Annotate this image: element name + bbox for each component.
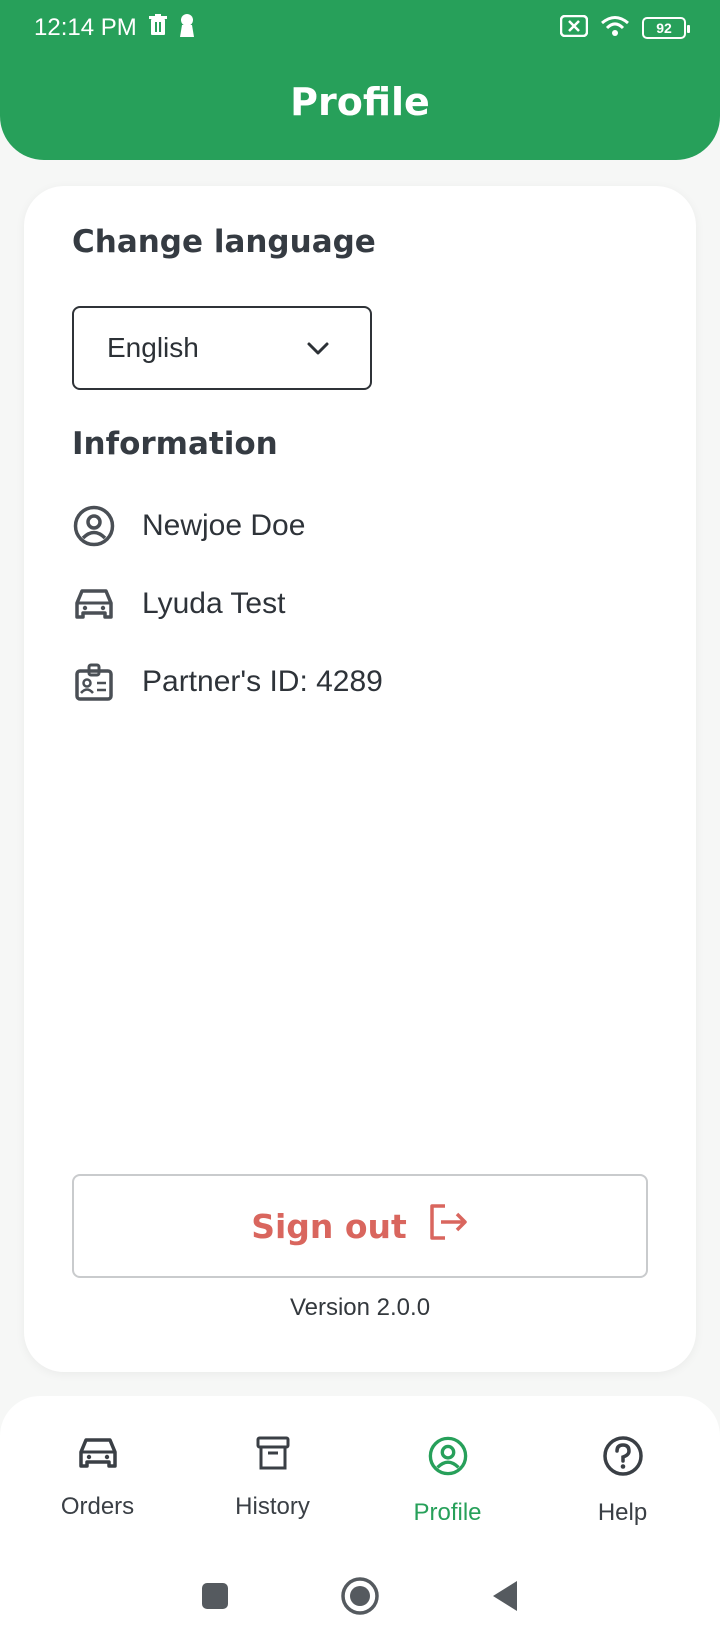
- system-nav-bar: [0, 1546, 720, 1650]
- battery-icon: 92: [642, 17, 690, 39]
- app-header: 12:14 PM 92 Profile: [0, 0, 720, 160]
- nav-help[interactable]: Help: [548, 1436, 698, 1546]
- info-row-partner-id: Partner's ID: 4289: [72, 660, 383, 704]
- page-title: Profile: [290, 80, 430, 124]
- nav-profile[interactable]: Profile: [373, 1436, 523, 1546]
- sim-off-icon: [559, 14, 589, 42]
- trash-icon: [148, 13, 167, 43]
- recents-button[interactable]: [200, 1581, 230, 1616]
- bottom-nav: Orders History Profile Help: [0, 1396, 720, 1546]
- nav-history-label: History: [235, 1493, 310, 1520]
- keyhole-icon: [179, 13, 195, 44]
- car-icon: [72, 582, 116, 626]
- language-select-value: English: [107, 332, 199, 363]
- partner-id: Partner's ID: 4289: [142, 665, 383, 698]
- archive-icon: [256, 1436, 290, 1477]
- profile-card: Change language English Information Newj…: [24, 186, 696, 1372]
- back-button[interactable]: [490, 1579, 520, 1618]
- car-name: Lyuda Test: [142, 587, 286, 620]
- language-select[interactable]: English: [72, 306, 372, 390]
- chevron-down-icon: [306, 332, 330, 364]
- user-circle-icon: [428, 1436, 468, 1483]
- change-language-title: Change language: [72, 224, 376, 260]
- version-label: Version 2.0.0: [289, 1294, 431, 1321]
- logout-icon: [427, 1202, 469, 1250]
- sign-out-label: Sign out: [251, 1206, 407, 1246]
- information-title: Information: [72, 426, 278, 462]
- info-row-car: Lyuda Test: [72, 582, 285, 626]
- car-icon: [78, 1436, 118, 1477]
- wifi-icon: [600, 15, 630, 42]
- home-button[interactable]: [340, 1576, 380, 1621]
- nav-history[interactable]: History: [198, 1436, 348, 1546]
- status-time: 12:14 PM: [34, 14, 137, 41]
- nav-profile-label: Profile: [413, 1499, 482, 1526]
- user-circle-icon: [72, 504, 116, 548]
- status-bar: 12:14 PM 92: [0, 0, 720, 56]
- info-row-name: Newjoe Doe: [72, 504, 305, 548]
- nav-help-label: Help: [597, 1499, 648, 1526]
- nav-orders-label: Orders: [60, 1493, 135, 1520]
- help-icon: [602, 1436, 643, 1483]
- sign-out-button[interactable]: Sign out: [72, 1174, 648, 1278]
- driver-name: Newjoe Doe: [142, 509, 306, 542]
- id-badge-icon: [72, 660, 116, 704]
- nav-orders[interactable]: Orders: [23, 1436, 173, 1546]
